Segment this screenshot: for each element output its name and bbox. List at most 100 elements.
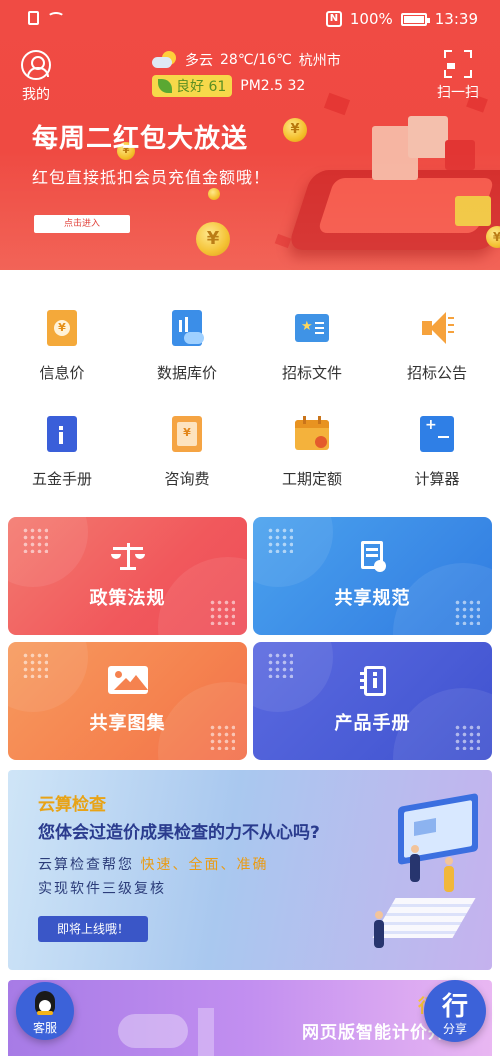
battery-percent: 100%: [349, 10, 393, 28]
card-label: 共享规范: [334, 588, 411, 609]
grid-item-tender-announcement[interactable]: 招标公告: [387, 308, 487, 383]
banner-subtitle: 红包直接抵扣会员充值金额哦！: [32, 168, 271, 187]
grid-item-label: 数据库价: [156, 364, 217, 382]
scan-label: 扫一扫: [437, 85, 479, 101]
monitor-illustration: [380, 792, 480, 886]
share-logo-text: 行: [441, 992, 468, 1022]
person-illustration: [410, 845, 420, 882]
grid-item-tender-document[interactable]: ★ 招标文件: [262, 308, 362, 383]
card-label: 政策法规: [89, 588, 166, 609]
cloud-check-title: 云算检查: [38, 795, 106, 815]
grid-item-label: 咨询费: [164, 470, 210, 488]
dots-decoration: [22, 527, 48, 553]
hero-banner: ¥ ¥ ¥ ¥ N 100% 13:39 我的 多云 28℃/16℃ 杭州市 良…: [0, 0, 500, 270]
air-quality-value: 良好 61: [176, 79, 227, 95]
phone-screen-illustration: [317, 178, 495, 233]
coin-decoration: ¥: [486, 226, 500, 248]
status-bar: N 100% 13:39: [0, 0, 500, 40]
leaf-icon: [158, 79, 172, 93]
consulting-fee-icon: ¥: [170, 414, 204, 454]
document-badge-icon: [359, 541, 387, 573]
banner-title: 每周二红包大放送: [32, 124, 249, 154]
card-shared-specs[interactable]: 共享规范: [253, 517, 492, 635]
wifi-icon: [47, 12, 65, 24]
card-shared-atlas[interactable]: 共享图集: [8, 642, 247, 760]
sim-alert-icon: [28, 11, 39, 25]
info-price-icon: ¥: [45, 308, 79, 348]
dots-decoration: [22, 652, 48, 678]
calendar-icon: [295, 414, 329, 454]
cloud-check-line1-highlight: 快速、全面、准确: [140, 857, 269, 873]
grid-item-label: 计算器: [414, 470, 460, 488]
grid-item-schedule-quota[interactable]: 工期定额: [262, 414, 362, 489]
cloud-check-line1: 云算检查帮您 快速、全面、准确: [38, 854, 268, 874]
weather-temperature: 28℃/16℃: [220, 52, 292, 68]
grid-item-label: 工期定额: [281, 470, 342, 488]
customer-service-button[interactable]: 客服: [16, 982, 74, 1040]
coin-decoration: [208, 188, 220, 200]
tender-document-icon: ★: [295, 308, 329, 348]
gift-box-illustration: [445, 140, 475, 170]
customer-service-label: 客服: [32, 1021, 57, 1035]
pm25-value: PM2.5 32: [240, 78, 306, 94]
mine-button[interactable]: 我的: [16, 50, 56, 104]
scan-icon: [444, 50, 472, 78]
notebook-icon: [359, 666, 386, 698]
coin-decoration: ¥: [283, 118, 307, 142]
cloud-decoration: [118, 1014, 188, 1048]
air-quality-badge: 良好 61: [152, 75, 233, 97]
air-quality: 良好 61 PM2.5 32: [152, 75, 305, 97]
share-label: 分享: [442, 1022, 467, 1036]
cloud-check-question: 您体会过造价成果检查的力不从心吗?: [38, 823, 320, 843]
building-decoration: [198, 1008, 214, 1056]
nfc-icon: N: [325, 11, 342, 27]
cloud-check-line2: 实现软件三级复核: [38, 881, 166, 897]
weather-info[interactable]: 多云 28℃/16℃ 杭州市: [152, 50, 341, 70]
red-packet-decoration: [274, 233, 292, 249]
grid-item-database-price[interactable]: 数据库价: [137, 308, 237, 383]
card-label: 产品手册: [334, 713, 411, 734]
stairs-illustration: [372, 898, 476, 938]
cloud-check-line1-prefix: 云算检查帮您: [38, 857, 134, 873]
partly-cloudy-icon: [152, 51, 178, 69]
mine-label: 我的: [22, 87, 50, 103]
coin-decoration: ¥: [196, 222, 230, 256]
grid-item-info-price[interactable]: ¥ 信息价: [12, 308, 112, 383]
picture-icon: [107, 666, 148, 698]
database-price-icon: [170, 308, 204, 348]
dots-decoration: [267, 652, 293, 678]
card-policy-regulations[interactable]: 政策法规: [8, 517, 247, 635]
grid-item-label: 招标公告: [406, 364, 467, 382]
gift-box-illustration: [408, 116, 448, 158]
banner-enter-button[interactable]: 点击进入: [34, 215, 130, 233]
gift-box-illustration: [455, 196, 491, 226]
person-illustration: [374, 911, 384, 948]
weather-condition: 多云: [185, 53, 213, 69]
qq-penguin-icon: [35, 991, 55, 1015]
grid-item-label: 五金手册: [31, 470, 92, 488]
hardware-manual-icon: [45, 414, 79, 454]
person-illustration: [444, 857, 454, 892]
grid-item-calculator[interactable]: + 计算器: [387, 414, 487, 489]
calculator-icon: +: [420, 414, 454, 454]
grid-item-label: 信息价: [39, 364, 85, 382]
battery-icon: [400, 12, 430, 26]
card-product-manual[interactable]: 产品手册: [253, 642, 492, 760]
bottom-promo-banner[interactable]: 行行云 网页版智能计价开创: [8, 980, 492, 1056]
grid-item-hardware-manual[interactable]: 五金手册: [12, 414, 112, 489]
weather-city: 杭州市: [298, 53, 341, 69]
coming-soon-button[interactable]: 即将上线哦！: [38, 916, 148, 942]
scales-icon: [110, 543, 145, 571]
red-packet-decoration: [323, 92, 351, 116]
card-label: 共享图集: [89, 713, 166, 734]
grid-item-consulting-fee[interactable]: ¥ 咨询费: [137, 414, 237, 489]
user-avatar-icon: [21, 50, 51, 80]
clock: 13:39: [434, 10, 478, 28]
grid-item-label: 招标文件: [281, 364, 342, 382]
scan-button[interactable]: 扫一扫: [430, 50, 486, 102]
share-button[interactable]: 行 分享: [424, 980, 486, 1042]
phone-illustration: [287, 170, 500, 250]
cloud-check-banner[interactable]: 云算检查 您体会过造价成果检查的力不从心吗? 云算检查帮您 快速、全面、准确 实…: [8, 770, 492, 970]
announcement-speaker-icon: [420, 308, 454, 348]
dots-decoration: [267, 527, 293, 553]
